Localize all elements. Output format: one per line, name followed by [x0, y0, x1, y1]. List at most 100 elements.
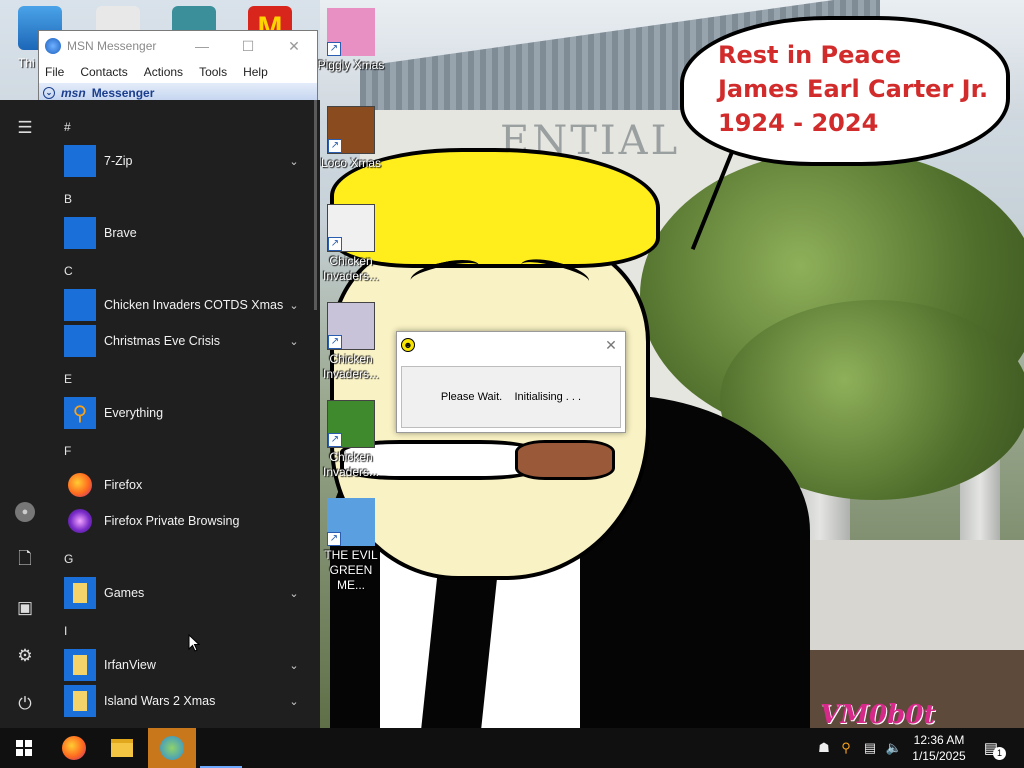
app-name: 7-Zip	[104, 154, 133, 168]
group-header[interactable]: I	[64, 624, 67, 638]
dialog-body: Please Wait. Initialising . . .	[401, 366, 621, 428]
teddy-bear-icon: ↗	[327, 106, 375, 154]
menu-bar: File Contacts Actions Tools Help	[39, 61, 317, 83]
everything-search-icon[interactable]: ⚲	[836, 738, 856, 758]
smiley-icon: ☻	[401, 338, 415, 352]
system-clock[interactable]: 12:36 AM 1/15/2025	[904, 732, 974, 764]
group-header[interactable]: E	[64, 372, 72, 386]
app-name: Firefox Private Browsing	[104, 514, 240, 528]
chevron-down-icon[interactable]: ⌄	[284, 695, 304, 708]
close-button[interactable]: ✕	[271, 31, 317, 61]
chevron-down-icon[interactable]: ⌄	[284, 335, 304, 348]
app-tile-icon	[64, 289, 96, 321]
start-menu: ☰ ● 🗋 ▣ ⚙ ⏻ # 7-Zip ⌄ B Brave C Chicken …	[0, 100, 320, 728]
group-header[interactable]: #	[64, 120, 71, 134]
list-item[interactable]: Firefox Private Browsing	[50, 503, 316, 539]
dialog-titlebar[interactable]: ☻ ✕	[397, 332, 625, 358]
chicken-invaders-icon: ↗	[327, 302, 375, 350]
documents-icon[interactable]: 🗋	[0, 540, 50, 580]
msn-logo: msn	[61, 86, 86, 100]
menu-help[interactable]: Help	[243, 65, 268, 79]
network-icon[interactable]: ▤	[860, 738, 880, 758]
desktop-icon[interactable]: ↗ Loco Xmas	[316, 106, 386, 171]
menu-contacts[interactable]: Contacts	[80, 65, 127, 79]
desktop-icon-label: Chicken Invaders...	[322, 254, 380, 283]
user-avatar-icon[interactable]: ●	[0, 492, 50, 532]
hamburger-icon[interactable]: ☰	[0, 108, 50, 148]
action-center-icon[interactable]: ▤ 1	[978, 736, 1006, 760]
volume-icon[interactable]: 🔈	[884, 738, 904, 758]
desktop-icon[interactable]: ↗ THE EVIL GREEN ME...	[316, 498, 386, 593]
settings-icon[interactable]: ⚙	[0, 636, 50, 676]
start-windows-icon[interactable]	[0, 728, 48, 768]
scrollbar[interactable]	[314, 100, 317, 310]
initialising-dialog[interactable]: ☻ ✕ Please Wait. Initialising . . .	[396, 331, 626, 433]
firefox-icon	[64, 469, 96, 501]
msn-icon	[45, 38, 61, 54]
app-name: Firefox	[104, 478, 143, 492]
msn-people-icon: ↗	[327, 498, 375, 546]
menu-file[interactable]: File	[45, 65, 64, 79]
chevron-down-icon[interactable]: ⌄	[284, 299, 304, 312]
list-item[interactable]: IrfanView ⌄	[50, 647, 316, 683]
firefox-icon[interactable]	[50, 728, 98, 768]
desktop-icon[interactable]: ↗ Chicken Invaders...	[316, 204, 386, 284]
character-tongue	[515, 440, 615, 480]
app-name: Everything	[104, 406, 164, 420]
msn-messenger-icon[interactable]	[148, 728, 196, 768]
group-header[interactable]: F	[64, 444, 71, 458]
pig-icon: ↗	[327, 8, 375, 56]
app-name: Games	[104, 586, 145, 600]
app-tile-icon	[64, 145, 96, 177]
minimize-button[interactable]: —	[179, 31, 225, 61]
app-name: Island Wars 2 Xmas	[104, 694, 216, 708]
menu-tools[interactable]: Tools	[199, 65, 227, 79]
desktop-icon-label: Chicken Invaders...	[322, 352, 380, 381]
chevron-down-icon[interactable]: ⌄	[284, 587, 304, 600]
pictures-icon[interactable]: ▣	[0, 588, 50, 628]
desktop-icon[interactable]: ↗ Chicken Invaders...	[316, 302, 386, 382]
network-people-icon[interactable]: ☗	[814, 738, 834, 758]
taskbar: ☗ ⚲ ▤ 🔈 12:36 AM 1/15/2025 ▤ 1	[0, 728, 1024, 768]
group-header[interactable]: G	[64, 552, 73, 566]
firefox-private-icon	[64, 505, 96, 537]
close-button[interactable]: ✕	[597, 337, 625, 354]
bubble-line: Rest in Peace	[718, 41, 902, 69]
watermark: VM0b0t	[820, 700, 936, 728]
chicken-icon: ↗	[327, 204, 375, 252]
desktop-icon[interactable]: ↗ Piggly Xmas	[316, 8, 386, 73]
bubble-line: 1924 - 2024	[718, 109, 879, 137]
app-tile-icon	[64, 217, 96, 249]
chevron-down-icon[interactable]: ⌄	[284, 659, 304, 672]
list-item[interactable]: Games ⌄	[50, 575, 316, 611]
list-item[interactable]: ⚲ Everything	[50, 395, 316, 431]
app-name: Chicken Invaders COTDS Xmas	[104, 298, 284, 312]
desktop-icon-label: Thi	[18, 56, 35, 70]
list-item[interactable]: 7-Zip ⌄	[50, 143, 316, 179]
desktop-icon-label: Chicken Invaders...	[322, 450, 380, 479]
notification-badge: 1	[993, 747, 1006, 760]
list-item[interactable]: Chicken Invaders COTDS Xmas ⌄	[50, 287, 316, 323]
chevron-down-icon[interactable]: ⌄	[284, 155, 304, 168]
desktop-icon-label: Loco Xmas	[320, 156, 382, 170]
power-icon[interactable]: ⏻	[0, 684, 50, 724]
folder-icon	[64, 577, 96, 609]
list-item[interactable]: Christmas Eve Crisis ⌄	[50, 323, 316, 359]
list-item[interactable]: Brave	[50, 215, 316, 251]
desktop-icon[interactable]: ↗ Chicken Invaders...	[316, 400, 386, 480]
list-item[interactable]: Firefox	[50, 467, 316, 503]
collapse-icon[interactable]: ⌄	[43, 87, 55, 99]
window-titlebar[interactable]: MSN Messenger — ☐ ✕	[39, 31, 317, 61]
clock-time: 12:36 AM	[913, 733, 965, 747]
maximize-button[interactable]: ☐	[225, 31, 271, 61]
group-header[interactable]: B	[64, 192, 72, 206]
speech-bubble: Rest in Peace James Earl Carter Jr. 1924…	[680, 16, 1010, 166]
app-list: # 7-Zip ⌄ B Brave C Chicken Invaders COT…	[50, 100, 316, 728]
file-explorer-icon[interactable]	[98, 728, 146, 768]
menu-actions[interactable]: Actions	[144, 65, 183, 79]
window-title: MSN Messenger	[67, 39, 157, 53]
mouse-cursor-icon	[188, 634, 200, 652]
list-item[interactable]: Island Wars 2 Xmas ⌄	[50, 683, 316, 719]
group-header[interactable]: C	[64, 264, 73, 278]
desktop-icon-label: Piggly Xmas	[317, 58, 385, 72]
